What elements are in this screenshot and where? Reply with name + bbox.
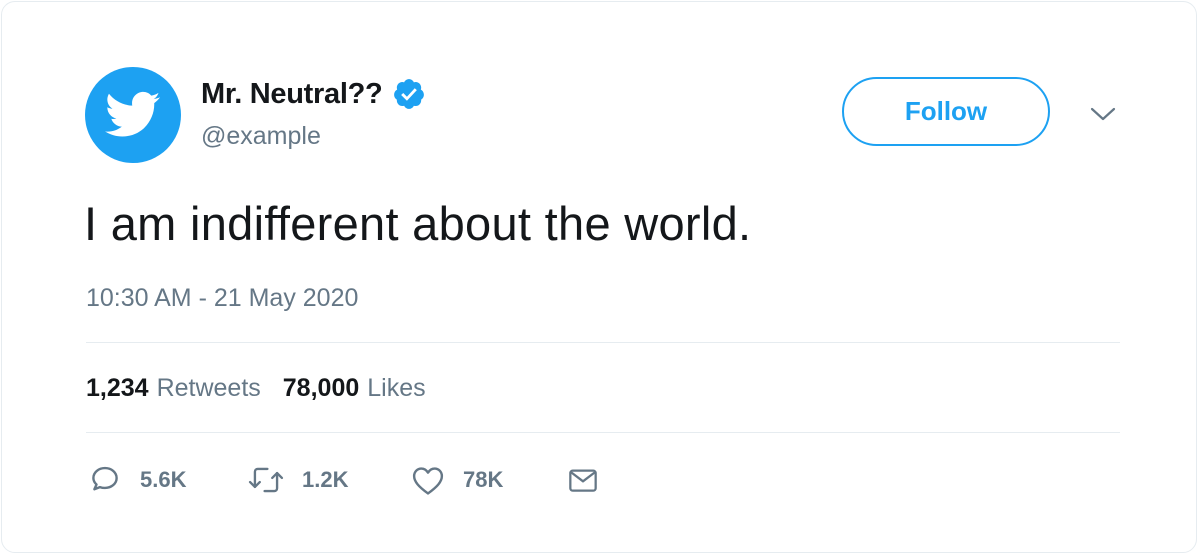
likes-count: 78,000 — [282, 374, 360, 402]
verified-badge-icon — [394, 79, 425, 109]
retweet-button[interactable]: 1.2K — [248, 464, 411, 496]
tweet-stats: 1,234 Retweets 78,000 Likes — [86, 374, 448, 403]
envelope-icon — [569, 469, 597, 492]
tweet-card: Mr. Neutral?? @example Follow I am indif… — [1, 1, 1197, 553]
retweets-count: 1,234 — [86, 374, 149, 402]
tweet-menu-button[interactable] — [1088, 102, 1118, 126]
retweet-count: 1.2K — [302, 467, 349, 492]
heart-icon — [412, 467, 444, 495]
chevron-down-icon — [1090, 107, 1116, 121]
retweet-icon — [248, 467, 284, 493]
author-display-name[interactable]: Mr. Neutral?? — [201, 78, 383, 111]
tweet-actions: 5.6K 1.2K 78K — [88, 460, 599, 500]
reply-count: 5.6K — [140, 467, 187, 492]
retweets-label: Retweets — [156, 374, 261, 402]
divider — [86, 432, 1120, 433]
author-name-row: Mr. Neutral?? — [201, 74, 426, 114]
follow-button[interactable]: Follow — [842, 77, 1050, 146]
divider — [86, 342, 1120, 343]
tweet-text: I am indifferent about the world. — [84, 197, 752, 250]
reply-button[interactable]: 5.6K — [88, 463, 248, 497]
avatar[interactable] — [85, 67, 181, 163]
retweets-stat[interactable]: 1,234 Retweets — [86, 374, 261, 403]
author-handle[interactable]: @example — [201, 122, 321, 151]
likes-label: Likes — [367, 374, 426, 402]
like-count: 78K — [463, 467, 504, 492]
share-button[interactable] — [567, 464, 599, 496]
like-button[interactable]: 78K — [411, 464, 567, 496]
twitter-bird-icon — [105, 91, 161, 137]
tweet-timestamp[interactable]: 10:30 AM - 21 May 2020 — [86, 284, 358, 313]
likes-stat[interactable]: 78,000 Likes — [283, 374, 426, 403]
reply-icon — [92, 466, 118, 491]
